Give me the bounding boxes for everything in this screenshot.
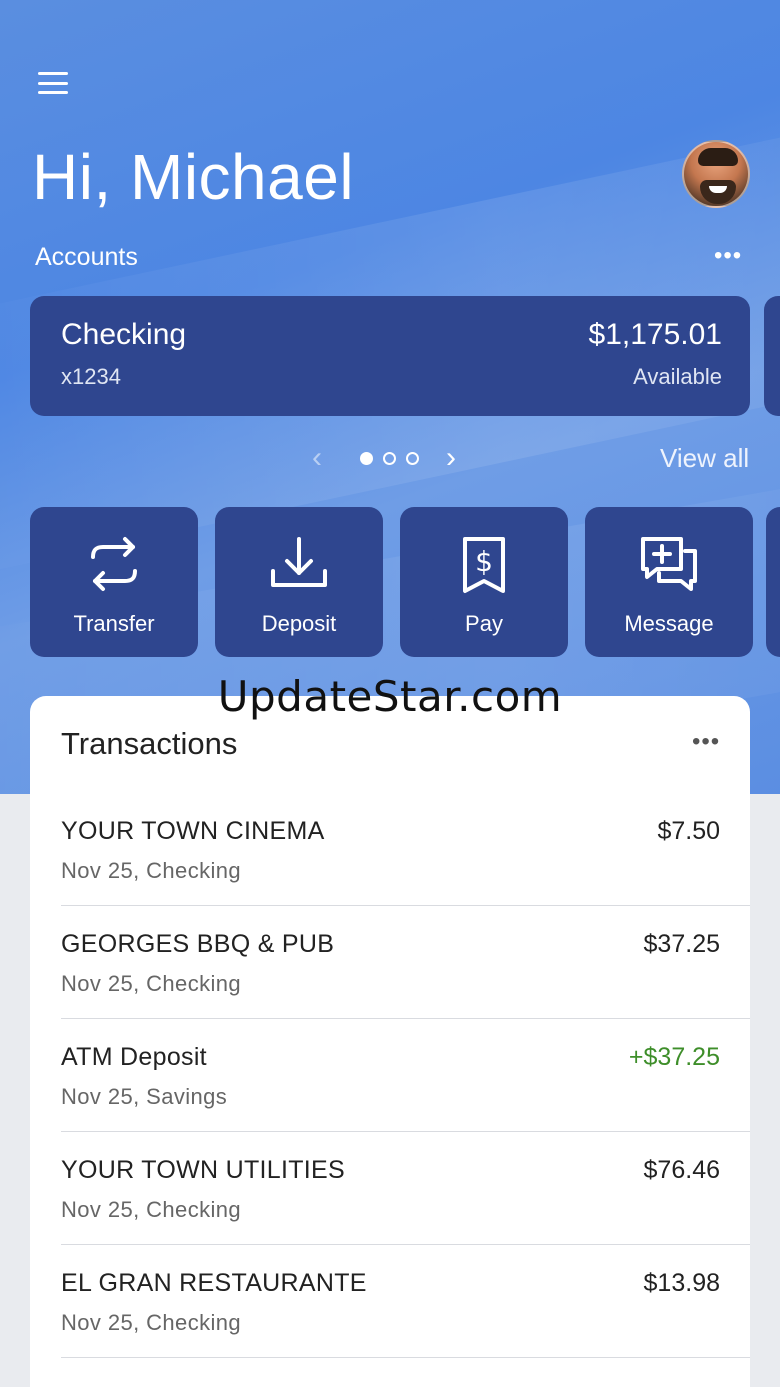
pay-label: Pay	[465, 611, 503, 636]
transaction-amount: $76.46	[643, 1156, 720, 1184]
transaction-amount: $37.25	[643, 930, 720, 958]
transaction-meta: Nov 25, Checking	[61, 858, 242, 883]
transaction-name: EL GRAN RESTAURANTE	[61, 1269, 367, 1297]
carousel-dots	[360, 452, 419, 465]
carousel-next-icon[interactable]: ›	[446, 441, 456, 475]
carousel-dot[interactable]	[360, 452, 373, 465]
transaction-name: GEORGES BBQ & PUB	[61, 930, 335, 958]
download-tray-icon	[271, 537, 327, 587]
accounts-more-icon[interactable]: •••	[714, 242, 742, 270]
transaction-meta: Nov 25, Savings	[61, 1084, 228, 1109]
transaction-row[interactable]: YOUR TOWN CINEMA Nov 25, Checking $7.50	[30, 793, 750, 906]
next-action-button[interactable]	[766, 507, 780, 657]
watermark-text: UpdateStar.com	[217, 672, 563, 721]
account-number: x1234	[61, 364, 121, 389]
view-all-link[interactable]: View all	[660, 443, 749, 474]
transaction-row[interactable]: GEORGES BBQ & PUB Nov 25, Checking $37.2…	[30, 906, 750, 1019]
dollar-receipt-icon: $	[463, 537, 505, 593]
next-account-card[interactable]	[764, 296, 780, 416]
accounts-label: Accounts	[35, 243, 138, 271]
transactions-title: Transactions	[61, 726, 238, 761]
transaction-amount: $7.50	[657, 817, 720, 845]
quick-actions: Transfer Deposit $ Pay Message	[30, 507, 753, 657]
account-name: Checking	[61, 318, 187, 351]
pay-button[interactable]: $ Pay	[400, 507, 568, 657]
message-plus-icon	[641, 537, 697, 591]
transaction-amount-credit: +$37.25	[628, 1043, 720, 1071]
message-label: Message	[624, 611, 714, 636]
account-card-checking[interactable]: Checking x1234 $1,175.01 Available	[30, 296, 750, 416]
transaction-row[interactable]: ATM Deposit Nov 25, Savings +$37.25	[30, 1019, 750, 1132]
carousel-dot[interactable]	[383, 452, 396, 465]
carousel-prev-icon[interactable]: ‹	[312, 441, 322, 475]
transactions-list: YOUR TOWN CINEMA Nov 25, Checking $7.50 …	[30, 793, 750, 1358]
transfer-label: Transfer	[73, 611, 155, 636]
carousel-dot[interactable]	[406, 452, 419, 465]
transaction-name: YOUR TOWN CINEMA	[61, 817, 325, 845]
transaction-amount: $13.98	[643, 1269, 720, 1297]
transaction-meta: Nov 25, Checking	[61, 1197, 242, 1222]
transfer-button[interactable]: Transfer	[30, 507, 198, 657]
deposit-button[interactable]: Deposit	[215, 507, 383, 657]
transaction-meta: Nov 25, Checking	[61, 971, 242, 996]
transactions-more-icon[interactable]: •••	[692, 728, 720, 756]
transaction-name: YOUR TOWN UTILITIES	[61, 1156, 345, 1184]
svg-text:$: $	[475, 545, 493, 578]
deposit-label: Deposit	[261, 611, 337, 636]
avatar[interactable]	[682, 140, 750, 208]
account-balance-caption: Available	[633, 364, 722, 389]
transactions-panel: Transactions ••• YOUR TOWN CINEMA Nov 25…	[30, 696, 750, 1387]
transaction-row[interactable]: YOUR TOWN UTILITIES Nov 25, Checking $76…	[30, 1132, 750, 1245]
account-balance: $1,175.01	[588, 318, 722, 351]
hamburger-menu-icon[interactable]	[36, 68, 70, 98]
transaction-row[interactable]: EL GRAN RESTAURANTE Nov 25, Checking $13…	[30, 1245, 750, 1358]
message-button[interactable]: Message	[585, 507, 753, 657]
transaction-meta: Nov 25, Checking	[61, 1310, 242, 1335]
greeting-title: Hi, Michael	[32, 141, 355, 213]
transfer-arrows-icon	[91, 537, 137, 591]
transaction-name: ATM Deposit	[61, 1043, 207, 1071]
